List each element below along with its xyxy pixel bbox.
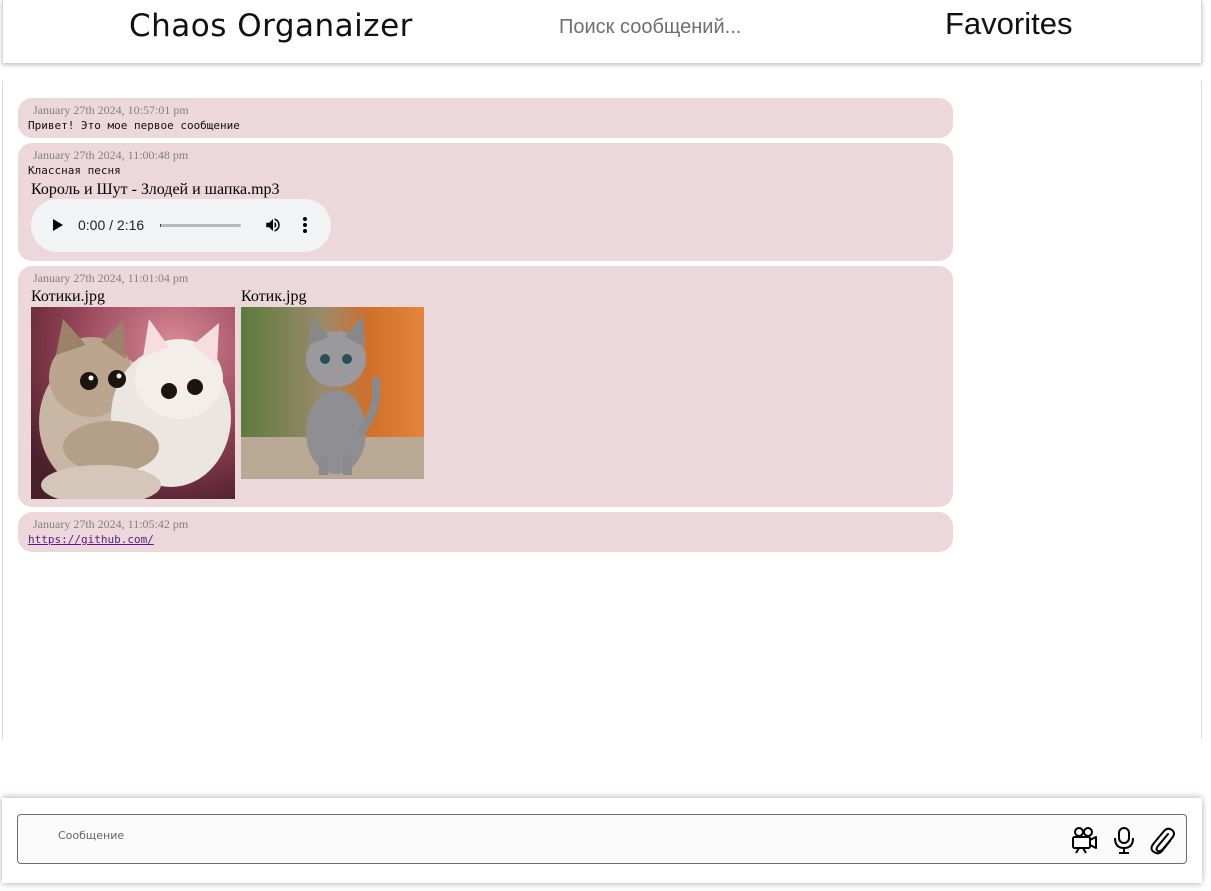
message-text: Классная песня (28, 164, 121, 177)
audio-progress-slider[interactable] (160, 224, 241, 227)
message-timestamp: January 27th 2024, 11:05:42 pm (33, 517, 189, 531)
volume-icon[interactable] (264, 216, 282, 234)
app-title: Chaos Organaizer (129, 8, 413, 44)
message-text: Привет! Это мое первое сообщение (28, 119, 240, 132)
message-timestamp: January 27th 2024, 11:01:04 pm (33, 271, 189, 285)
message-bubble: January 27th 2024, 10:57:01 pm Привет! Э… (18, 98, 953, 138)
composer (17, 814, 1187, 864)
image-file-name: Котики.jpg (31, 288, 105, 305)
favorites-button[interactable]: Favorites (945, 6, 1072, 42)
audio-time: 0:00 / 2:16 (78, 217, 145, 233)
video-camera-icon[interactable] (1069, 825, 1099, 855)
more-options-icon[interactable] (302, 216, 308, 234)
app-header: Chaos Organaizer Favorites (2, 0, 1202, 63)
kitten-image[interactable] (241, 307, 424, 479)
message-bubble: January 27th 2024, 11:05:42 pm https://g… (18, 512, 953, 552)
message-input[interactable] (58, 825, 1058, 845)
message-bubble: January 27th 2024, 11:01:04 pm Котики.jp… (18, 266, 953, 507)
play-icon[interactable] (53, 219, 63, 231)
microphone-icon[interactable] (1109, 825, 1139, 855)
message-feed[interactable]: January 27th 2024, 10:57:01 pm Привет! Э… (2, 81, 1202, 739)
message-timestamp: January 27th 2024, 11:00:48 pm (33, 148, 189, 162)
image-file-name: Котик.jpg (241, 288, 307, 305)
message-link[interactable]: https://github.com/ (28, 533, 154, 546)
composer-bar (2, 798, 1202, 883)
audio-player: 0:00 / 2:16 (31, 199, 331, 252)
kittens-image[interactable] (31, 307, 235, 499)
search-input[interactable] (559, 10, 819, 44)
audio-file-name: Король и Шут - Злодей и шапка.mp3 (31, 181, 280, 198)
audio-progress-fill (160, 224, 161, 227)
paperclip-icon[interactable] (1147, 825, 1177, 855)
message-bubble: January 27th 2024, 11:00:48 pm Классная … (18, 143, 953, 261)
message-timestamp: January 27th 2024, 10:57:01 pm (33, 103, 189, 117)
